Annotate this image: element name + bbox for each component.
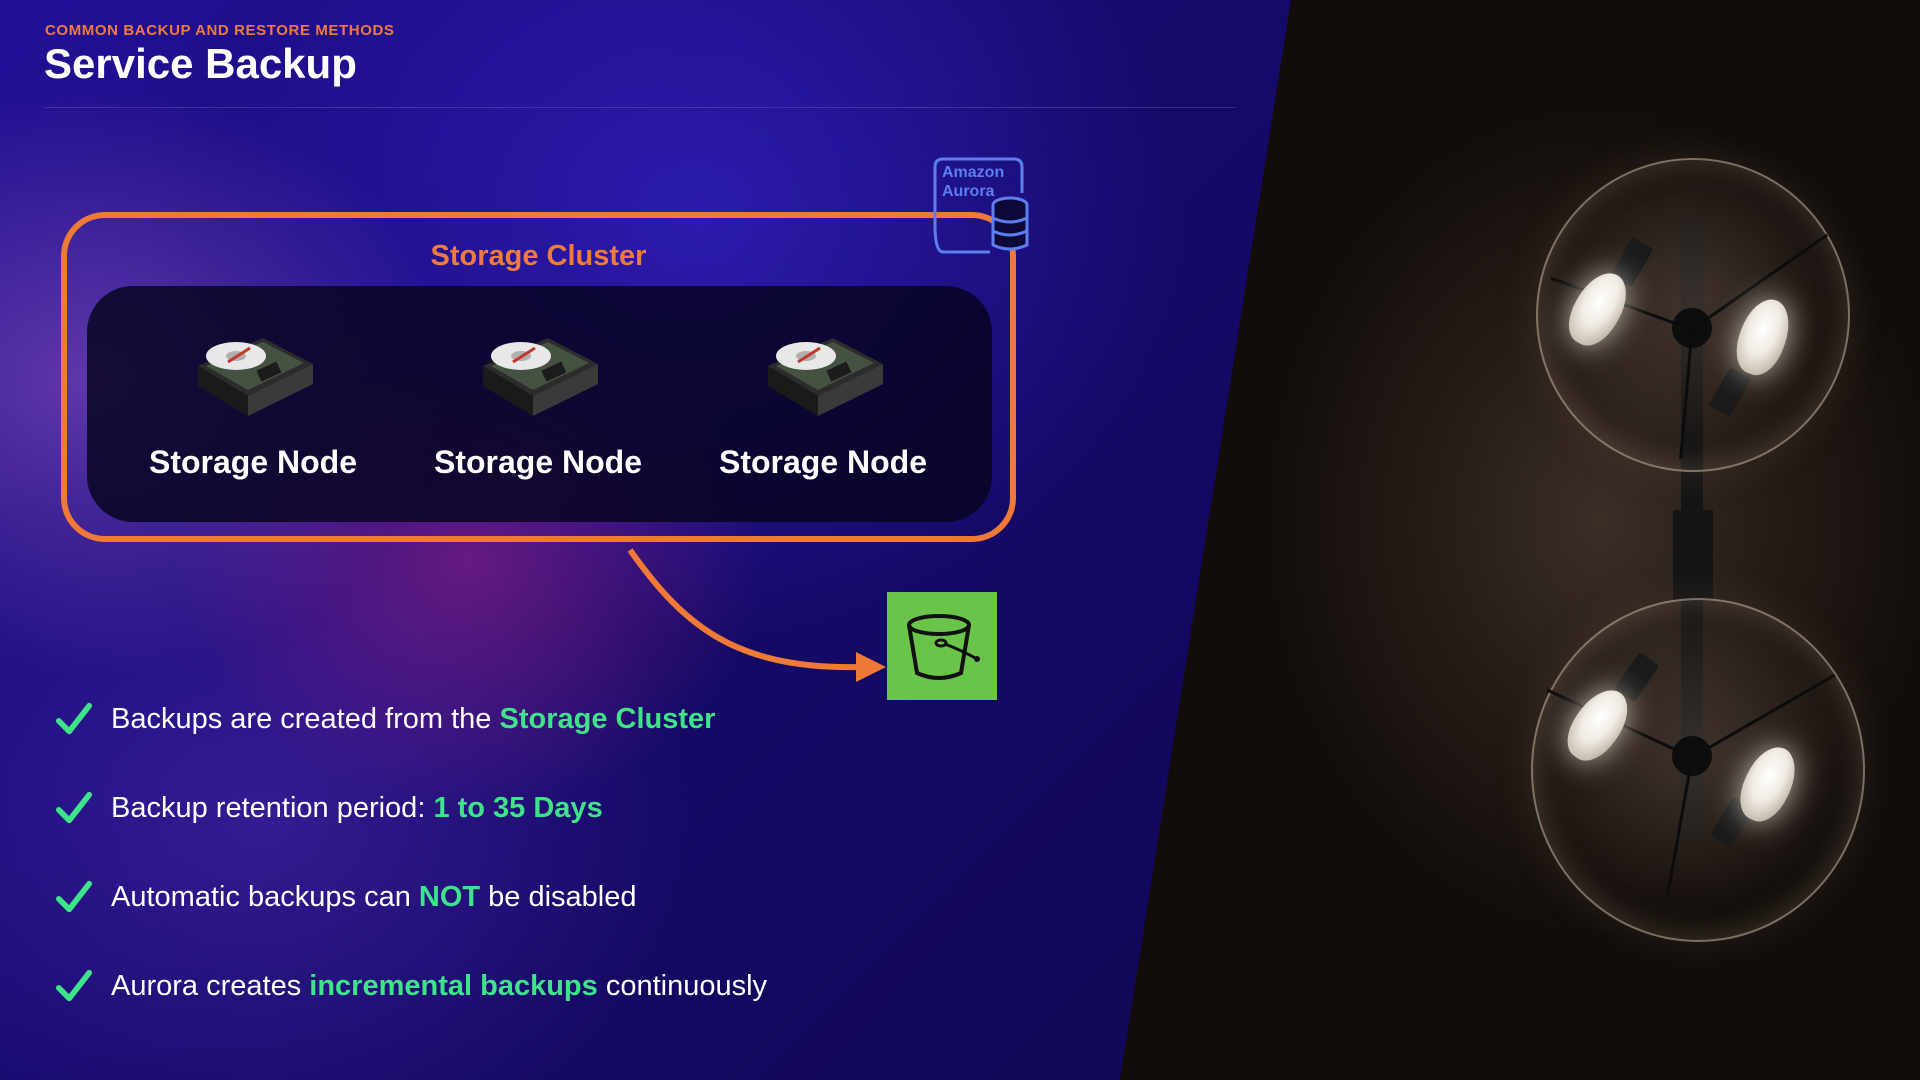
storage-node-label: Storage Node xyxy=(433,444,643,480)
bullet-text: Aurora creates xyxy=(111,969,310,1002)
bullet-item: Backups are created from the Storage Clu… xyxy=(55,697,715,741)
storage-node: Storage Node xyxy=(133,326,373,481)
hard-drive-icon xyxy=(768,338,883,416)
bullet-item: Backup retention period: 1 to 35 Days xyxy=(55,786,603,830)
s3-bucket xyxy=(887,592,997,700)
bullet-highlight: NOT xyxy=(418,880,481,913)
header-divider xyxy=(45,107,1235,108)
bullet-text: Backup retention period: xyxy=(111,791,434,824)
check-icon xyxy=(55,791,93,824)
bullet-highlight: Storage Cluster xyxy=(499,702,716,735)
storage-node-label: Storage Node xyxy=(718,444,928,480)
bullet-text-end: be disabled xyxy=(480,880,637,913)
storage-node-label: Storage Node xyxy=(148,444,358,480)
bullet-text: Automatic backups can xyxy=(111,880,419,913)
aurora-label-line1: Amazon xyxy=(942,164,1005,181)
storage-cluster-panel: Storage Node Storage Node Storage Node xyxy=(87,286,992,522)
aurora-label-line2: Aurora xyxy=(942,183,995,200)
storage-node: Storage Node xyxy=(703,326,943,481)
storage-node: Storage Node xyxy=(418,326,658,481)
bullet-item: Aurora creates incremental backups conti… xyxy=(55,964,767,1008)
storage-cluster-title: Storage Cluster xyxy=(430,240,647,272)
bullet-item: Automatic backups can NOT be disabled xyxy=(55,875,637,919)
page-title: Service Backup xyxy=(44,40,357,87)
bullet-text-end: continuously xyxy=(597,969,768,1002)
bullet-text: Backups are created from the xyxy=(111,702,500,735)
check-icon xyxy=(55,702,93,735)
bullet-highlight: incremental backups xyxy=(309,969,598,1002)
check-icon xyxy=(55,969,93,1002)
bullet-highlight: 1 to 35 Days xyxy=(433,791,603,824)
amazon-aurora-icon: Amazon Aurora xyxy=(930,155,1030,255)
s3-bucket-icon xyxy=(907,614,980,680)
backup-arrow xyxy=(627,548,886,682)
hard-drive-icon xyxy=(198,338,313,416)
section-subtitle: COMMON BACKUP AND RESTORE METHODS xyxy=(45,22,395,39)
check-icon xyxy=(55,880,93,913)
storage-cluster-box: Storage Cluster Storage Node Storage Nod… xyxy=(61,212,1016,542)
aurora-label: Amazon Aurora xyxy=(942,163,1004,201)
lamp-rod-block xyxy=(1673,510,1713,600)
hard-drive-icon xyxy=(483,338,598,416)
